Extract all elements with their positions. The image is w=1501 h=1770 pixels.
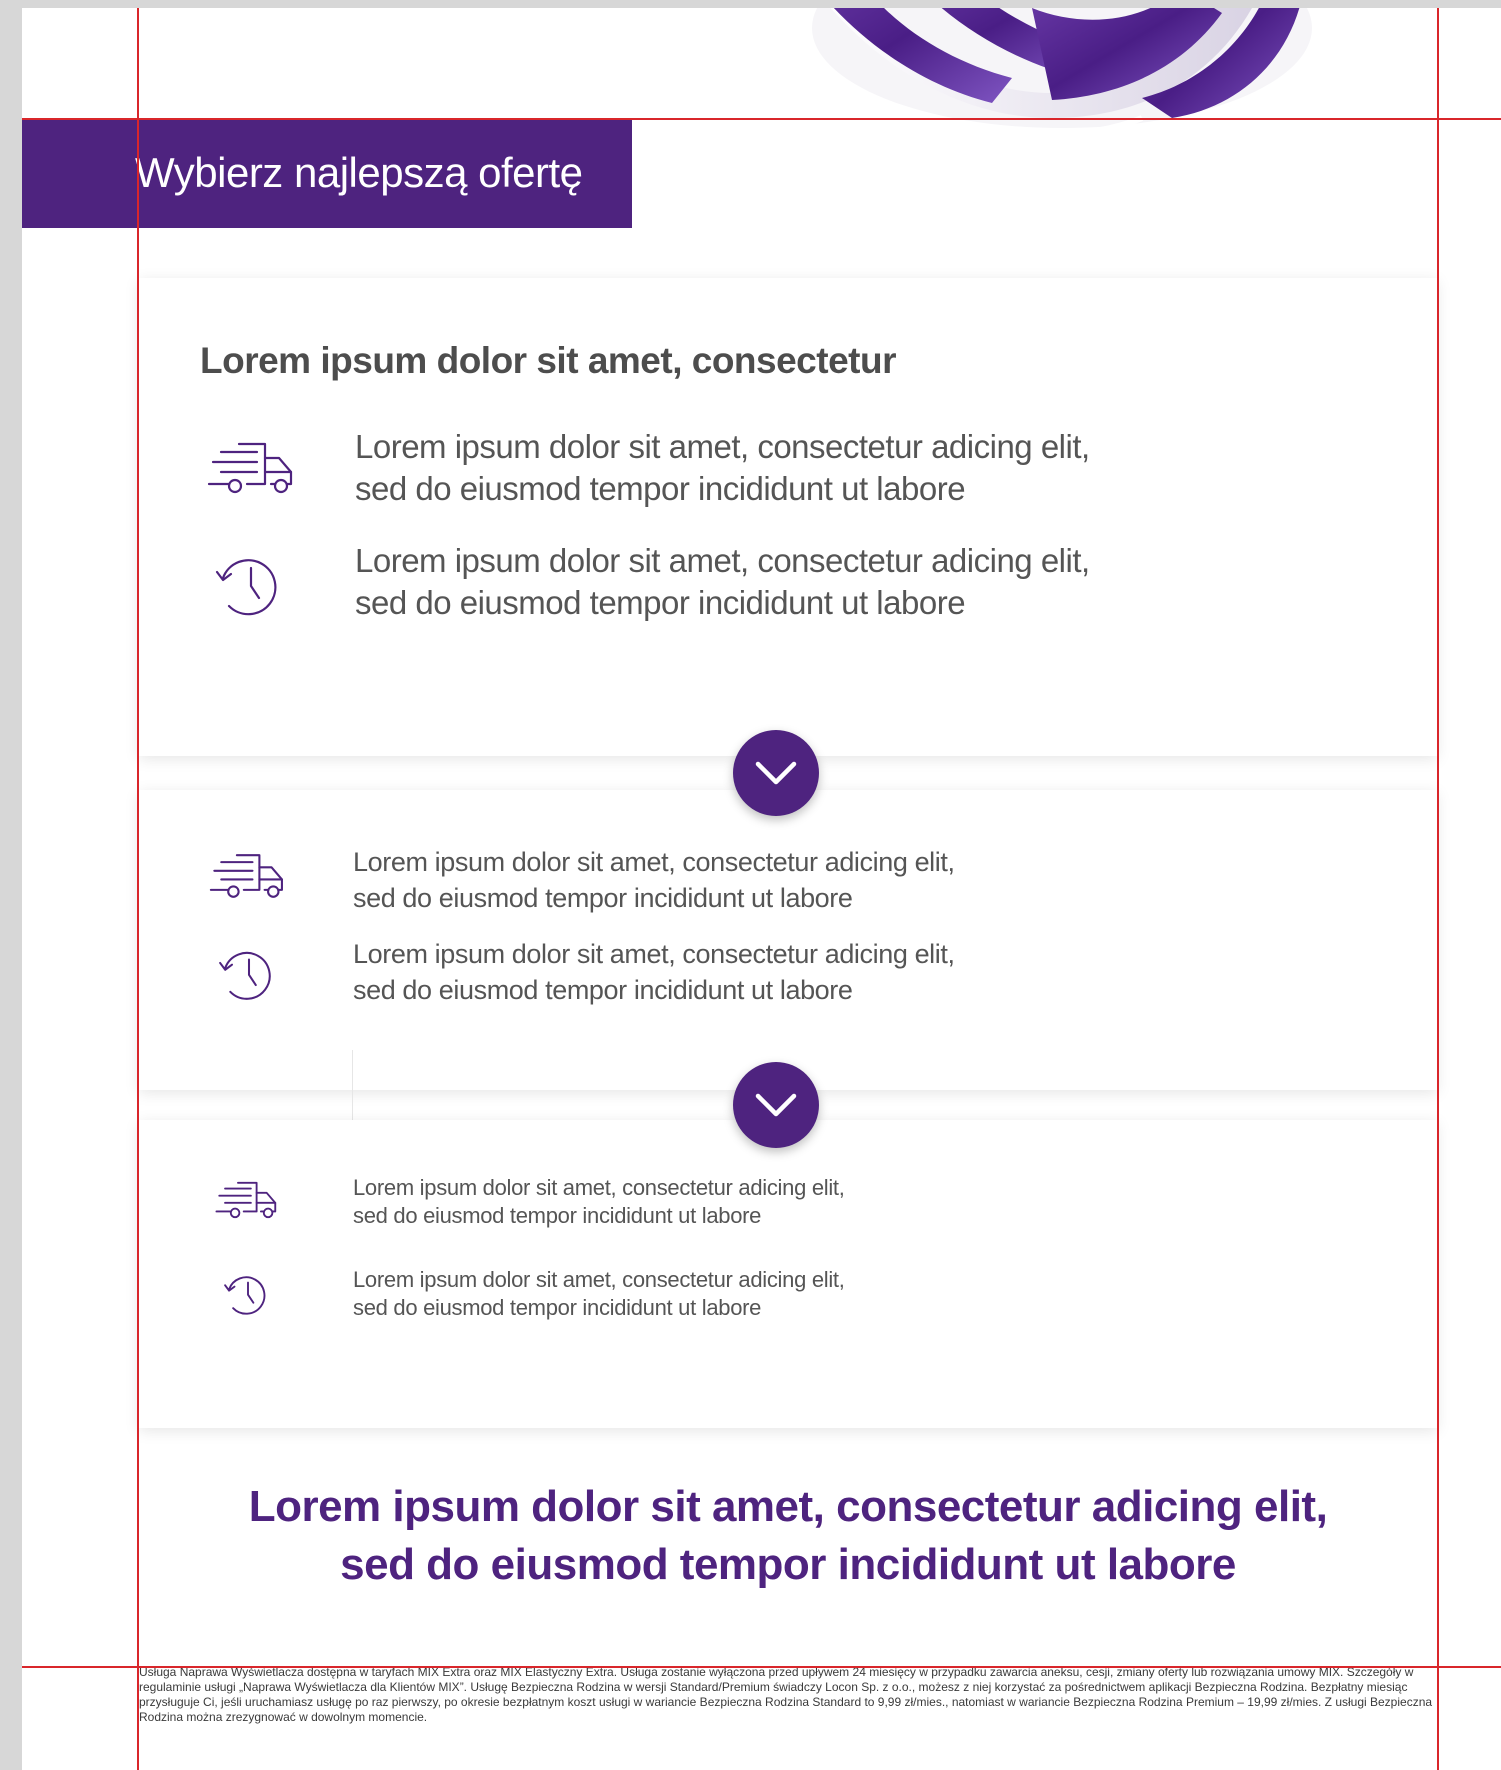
expand-button[interactable]	[733, 730, 819, 816]
feature-text-line1: Lorem ipsum dolor sit amet, consectetur …	[353, 847, 955, 877]
delivery-truck-icon	[207, 442, 293, 494]
guide-line-left	[137, 8, 139, 1770]
feature-text-line2: sed do eiusmod tempor incididunt ut labo…	[353, 883, 853, 913]
feature-text: Lorem ipsum dolor sit amet, consectetur …	[353, 936, 955, 1008]
cta-line1: Lorem ipsum dolor sit amet, consectetur …	[248, 1482, 1328, 1531]
legal-footnote-text: Usługa Naprawa Wyświetlacza dostępna w t…	[139, 1665, 1433, 1724]
feature-text: Lorem ipsum dolor sit amet, consectetur …	[355, 540, 1090, 624]
feature-text: Lorem ipsum dolor sit amet, consectetur …	[353, 1266, 845, 1322]
guide-line-bottom	[22, 1666, 1501, 1668]
legal-footnote: Usługa Naprawa Wyświetlacza dostępna w t…	[139, 1665, 1439, 1725]
feature-text: Lorem ipsum dolor sit amet, consectetur …	[353, 1174, 845, 1230]
feature-text-line1: Lorem ipsum dolor sit amet, consectetur …	[355, 542, 1090, 579]
section-title: Wybierz najlepszą ofertę	[135, 149, 583, 196]
guide-line-right	[1437, 8, 1439, 1770]
feature-text-line1: Lorem ipsum dolor sit amet, consectetur …	[353, 1175, 845, 1200]
cta-headline: Lorem ipsum dolor sit amet, consectetur …	[139, 1478, 1437, 1594]
chevron-down-icon	[755, 1093, 797, 1117]
feature-item-history: Lorem ipsum dolor sit amet, consectetur …	[207, 540, 1307, 640]
history-clock-icon	[219, 951, 271, 1000]
divider	[352, 1050, 353, 1128]
history-clock-icon	[215, 559, 277, 616]
chevron-down-icon	[755, 761, 797, 785]
history-clock-icon	[224, 1276, 266, 1315]
feature-text-line2: sed do eiusmod tempor incididunt ut labo…	[353, 1203, 762, 1228]
card-heading: Lorem ipsum dolor sit amet, consectetur	[200, 340, 896, 381]
cta-line2: sed do eiusmod tempor incididunt ut labo…	[340, 1540, 1236, 1589]
feature-item-history: Lorem ipsum dolor sit amet, consectetur …	[207, 1266, 1107, 1326]
feature-text: Lorem ipsum dolor sit amet, consectetur …	[353, 844, 955, 916]
feature-text-line2: sed do eiusmod tempor incididunt ut labo…	[355, 470, 966, 507]
page-canvas: Wybierz najlepszą ofertę Lorem ipsum dol…	[22, 8, 1501, 1770]
feature-text-line2: sed do eiusmod tempor incididunt ut labo…	[353, 975, 853, 1005]
feature-item-delivery: Lorem ipsum dolor sit amet, consectetur …	[207, 844, 1207, 924]
feature-item-delivery: Lorem ipsum dolor sit amet, consectetur …	[207, 426, 1307, 526]
feature-text-line1: Lorem ipsum dolor sit amet, consectetur …	[355, 428, 1090, 465]
delivery-truck-icon	[215, 1181, 277, 1219]
offer-card-medium: Lorem ipsum dolor sit amet, consectetur …	[139, 790, 1437, 1090]
feature-text-line1: Lorem ipsum dolor sit amet, consectetur …	[353, 1267, 845, 1292]
hero-ribbon-graphic	[812, 8, 1312, 138]
feature-text-line2: sed do eiusmod tempor incididunt ut labo…	[353, 1295, 762, 1320]
feature-text-line1: Lorem ipsum dolor sit amet, consectetur …	[353, 939, 955, 969]
offer-card-large: Lorem ipsum dolor sit amet, consectetur	[139, 278, 1437, 756]
expand-button[interactable]	[733, 1062, 819, 1148]
feature-text-line2: sed do eiusmod tempor incididunt ut labo…	[355, 584, 966, 621]
feature-text: Lorem ipsum dolor sit amet, consectetur …	[355, 426, 1090, 510]
delivery-truck-icon	[209, 854, 283, 898]
offer-card-small: Lorem ipsum dolor sit amet, consectetur …	[139, 1120, 1437, 1428]
feature-item-delivery: Lorem ipsum dolor sit amet, consectetur …	[207, 1174, 1107, 1234]
feature-item-history: Lorem ipsum dolor sit amet, consectetur …	[207, 936, 1207, 1016]
guide-line-top	[22, 118, 1501, 120]
section-title-banner: Wybierz najlepszą ofertę	[22, 120, 632, 228]
